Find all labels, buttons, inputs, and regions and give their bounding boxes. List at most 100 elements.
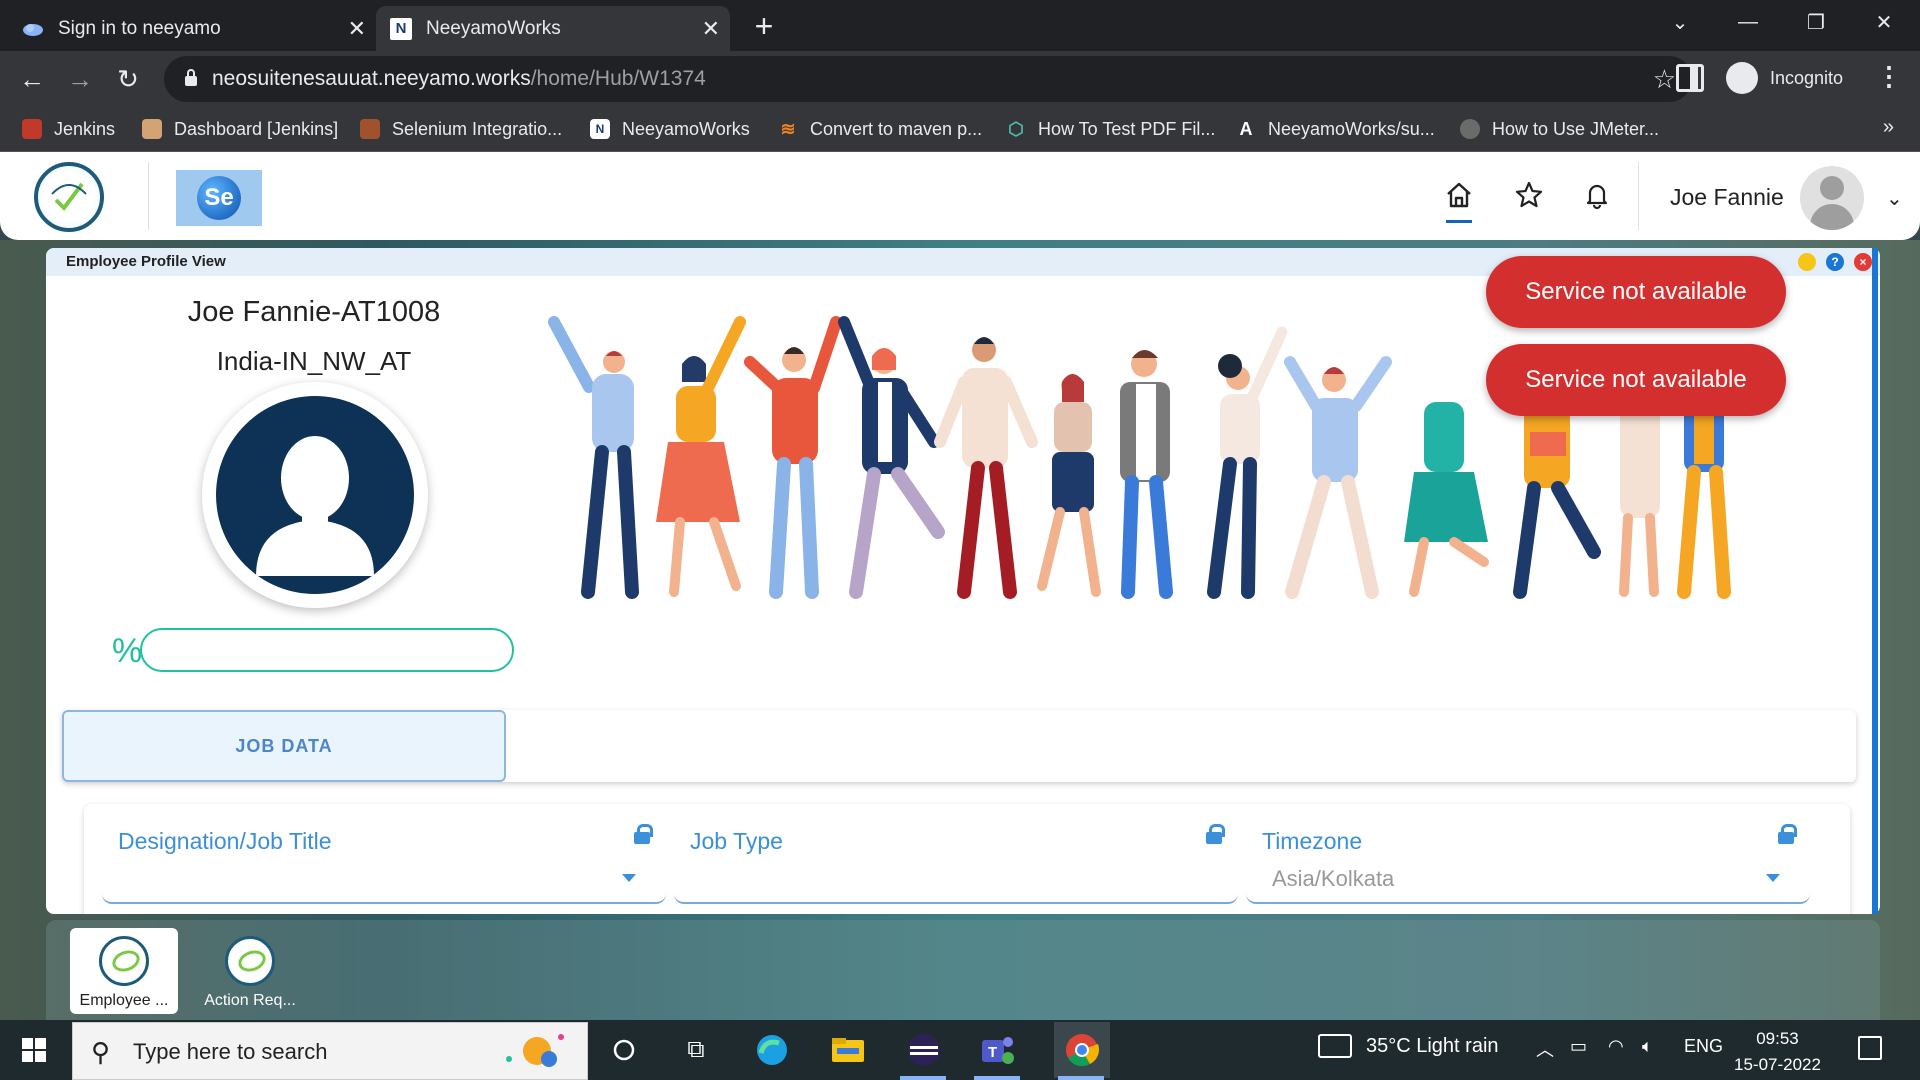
language-indicator[interactable]: ENG — [1684, 1036, 1723, 1057]
cortana-icon[interactable] — [604, 1030, 644, 1070]
dock-app-label: Action Req... — [204, 992, 296, 1009]
jenkins-icon — [142, 119, 162, 139]
restore-button[interactable]: ❐ — [1786, 0, 1846, 44]
neeyamo-app-icon — [99, 936, 149, 986]
bookmark-convert-maven[interactable]: ≋ Convert to maven p... — [778, 116, 982, 142]
selenium-logo-text: Se — [197, 176, 241, 220]
minimize-window-icon[interactable] — [1798, 253, 1816, 271]
battery-icon[interactable]: ▭ — [1570, 1036, 1587, 1057]
employee-name: Joe Fannie-AT1008 — [187, 296, 441, 328]
system-clock[interactable]: 09:53 15-07-2022 — [1734, 1026, 1821, 1078]
running-indicator — [900, 1076, 946, 1080]
side-panel-icon[interactable] — [1676, 64, 1704, 92]
neeyamo-app-icon — [225, 936, 275, 986]
windows-start-icon[interactable] — [22, 1038, 46, 1062]
chrome-icon[interactable] — [1054, 1022, 1110, 1078]
bell-icon[interactable] — [1580, 178, 1614, 212]
bookmark-label: Dashboard [Jenkins] — [174, 118, 339, 139]
tab-job-data[interactable]: JOB DATA — [62, 710, 506, 782]
volume-icon[interactable]: 🔈︎ — [1642, 1036, 1653, 1057]
close-window-button[interactable]: ✕ — [1854, 0, 1914, 44]
search-icon: ⚲ — [91, 1037, 111, 1067]
teams-icon[interactable]: T — [978, 1030, 1018, 1070]
menu-dots-icon[interactable]: ⋮ — [1876, 61, 1902, 92]
task-view-icon[interactable]: ⧉ — [676, 1030, 716, 1070]
employee-location: India-IN_NW_AT — [216, 346, 412, 376]
tab-sign-in[interactable]: Sign in to neeyamo ✕ — [8, 6, 376, 51]
header-divider — [148, 162, 149, 230]
job-type-field[interactable]: Job Type — [674, 804, 1238, 904]
field-label: Designation/Job Title — [118, 828, 332, 854]
taskbar-search[interactable]: ⚲ Type here to search — [72, 1022, 588, 1080]
star-icon[interactable] — [1512, 178, 1546, 212]
eclipse-icon[interactable] — [904, 1030, 944, 1070]
help-icon[interactable]: ? — [1826, 253, 1844, 271]
profile-label: Incognito — [1770, 67, 1844, 88]
error-toast[interactable]: Service not available — [1486, 344, 1786, 416]
bookmark-neeyamoworks-su[interactable]: A NeeyamoWorks/su... — [1236, 116, 1435, 142]
bookmark-dashboard-jenkins[interactable]: Dashboard [Jenkins] — [142, 116, 338, 142]
dropdown-arrow-icon[interactable] — [1766, 874, 1780, 882]
dock-app-action-requests[interactable]: Action Req... — [196, 928, 304, 1014]
home-icon[interactable] — [1442, 178, 1476, 212]
lock-icon — [634, 824, 653, 844]
bookmark-neeyamoworks[interactable]: N NeeyamoWorks — [590, 116, 750, 142]
forward-arrow-icon[interactable]: → — [60, 59, 100, 99]
percent-symbol: % — [112, 632, 143, 670]
bookmark-label: How to Use JMeter... — [1492, 118, 1660, 139]
selenium-logo[interactable]: Se — [176, 170, 262, 226]
profile-photo[interactable] — [202, 382, 428, 608]
tab-neeyamoworks[interactable]: N NeeyamoWorks ✕ — [376, 6, 730, 51]
notification-center-icon[interactable] — [1858, 1036, 1882, 1060]
neeyamo-favicon-icon: N — [390, 17, 412, 40]
dock-app-employee[interactable]: Employee ... — [70, 928, 178, 1014]
file-explorer-icon[interactable] — [828, 1030, 868, 1070]
timezone-field[interactable]: Timezone Asia/Kolkata — [1246, 804, 1810, 904]
bookmark-label: How To Test PDF Fil... — [1038, 118, 1216, 139]
stackoverflow-icon: ≋ — [780, 118, 796, 139]
windows-taskbar: ⚲ Type here to search ⧉ T 35°C Light rai… — [0, 1020, 1920, 1080]
field-label: Timezone — [1262, 828, 1363, 854]
bookmark-selenium[interactable]: Selenium Integratio... — [360, 116, 562, 142]
job-data-fields: Designation/Job Title Job Type Timezone … — [84, 804, 1850, 914]
app-dock: Employee ... Action Req... — [46, 920, 1880, 1020]
close-window-icon[interactable]: × — [1854, 253, 1872, 271]
back-arrow-icon[interactable]: ← — [12, 59, 52, 99]
new-tab-button[interactable]: + — [744, 6, 784, 46]
reload-icon[interactable]: ↻ — [108, 59, 148, 99]
bookmark-label: NeeyamoWorks — [622, 118, 750, 139]
bookmark-test-pdf[interactable]: ⬡ How To Test PDF Fil... — [1006, 116, 1215, 142]
app-header: Se Joe Fannie ⌄ — [0, 152, 1920, 240]
address-bar[interactable]: neosuitenesauuat.neeyamo.works/home/Hub/… — [164, 56, 1692, 102]
edge-icon[interactable] — [752, 1030, 792, 1070]
chevron-down-icon[interactable]: ⌄ — [1886, 186, 1903, 211]
tab-title: Sign in to neeyamo — [58, 17, 221, 39]
search-placeholder: Type here to search — [133, 1039, 328, 1064]
bookmark-label: Convert to maven p... — [810, 118, 983, 139]
show-hidden-icons-chevron-icon[interactable]: ︿ — [1536, 1036, 1554, 1062]
tab-search-chevron-icon[interactable]: ⌄ — [1650, 0, 1710, 44]
designation-field[interactable]: Designation/Job Title — [102, 804, 666, 904]
search-highlight-icon — [506, 1034, 564, 1067]
minimize-button[interactable]: — — [1718, 0, 1778, 44]
more-bookmarks-icon[interactable]: » — [1883, 116, 1894, 139]
dropdown-arrow-icon[interactable] — [622, 874, 636, 882]
bookmark-star-icon[interactable]: ☆ — [1653, 64, 1676, 95]
header-divider — [1638, 162, 1639, 230]
close-tab-icon[interactable]: ✕ — [348, 16, 366, 42]
bookmark-jmeter[interactable]: How to Use JMeter... — [1460, 116, 1659, 142]
globe-icon — [1460, 119, 1480, 139]
field-label: Job Type — [690, 828, 783, 854]
user-name[interactable]: Joe Fannie — [1670, 184, 1784, 211]
incognito-profile-button[interactable]: Incognito — [1720, 57, 1857, 99]
clock-time: 09:53 — [1756, 1029, 1799, 1048]
wifi-icon[interactable]: ◠ — [1608, 1036, 1624, 1057]
window-scroll-edge — [1872, 248, 1878, 914]
bookmark-jenkins[interactable]: Jenkins — [22, 116, 115, 142]
avatar[interactable] — [1800, 166, 1864, 230]
window-title: Employee Profile View — [66, 253, 226, 270]
weather-widget[interactable]: 35°C Light rain — [1318, 1034, 1499, 1058]
close-tab-icon[interactable]: ✕ — [702, 16, 720, 42]
neeyamo-logo[interactable] — [34, 162, 104, 232]
error-toast[interactable]: Service not available — [1486, 256, 1786, 328]
